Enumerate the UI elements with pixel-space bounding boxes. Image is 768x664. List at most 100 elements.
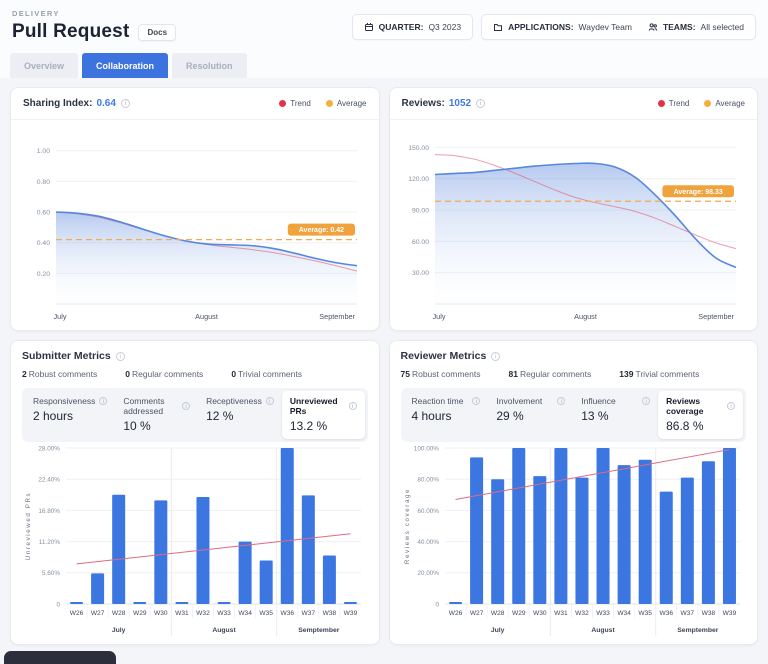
svg-text:W37: W37: [680, 610, 694, 617]
tab-resolution[interactable]: Resolution: [172, 53, 247, 78]
svg-text:120.00: 120.00: [408, 176, 429, 183]
metric-label: Reviews coverage: [666, 396, 723, 416]
reviews-coverage-chart[interactable]: 100.00%80.00%60.00%40.00%20.00%0JulyAugu…: [401, 442, 747, 642]
comments-summary: 75Robust comments 81Regular comments 139…: [401, 369, 747, 379]
breadcrumb-delivery: DELIVERY: [12, 9, 176, 18]
applications-teams-filter: APPLICATIONS: Waydev Team TEAMS: All sel…: [481, 14, 756, 40]
svg-text:60.00%: 60.00%: [417, 508, 439, 515]
metric-cell-unreviewed-prs[interactable]: Unreviewed PRs 13.2 %: [282, 391, 365, 439]
svg-text:0: 0: [57, 601, 61, 608]
filter-bar: QUARTER: Q3 2023 APPLICATIONS: Waydev Te…: [352, 14, 756, 40]
title-block: DELIVERY Pull Request Docs: [12, 9, 176, 43]
legend-item-trend[interactable]: Trend: [279, 99, 311, 108]
card-submitter-metrics: Submitter Metrics 2Robust comments 0Regu…: [10, 340, 380, 645]
tab-overview[interactable]: Overview: [10, 53, 78, 78]
info-icon[interactable]: [116, 352, 125, 361]
svg-text:July: July: [54, 312, 67, 321]
svg-text:Semptember: Semptember: [677, 627, 719, 634]
metric-cell-influence[interactable]: Influence 13 %: [573, 391, 658, 439]
svg-text:Semptember: Semptember: [299, 627, 341, 634]
metric-value: 86.8 %: [666, 419, 735, 433]
svg-text:20.00%: 20.00%: [417, 570, 439, 577]
teams-filter[interactable]: TEAMS: All selected: [648, 22, 744, 32]
tab-collaboration[interactable]: Collaboration: [82, 53, 168, 78]
trend-dot: [279, 100, 286, 107]
svg-text:W31: W31: [175, 610, 189, 617]
quarter-filter[interactable]: QUARTER: Q3 2023: [352, 14, 473, 40]
svg-text:W33: W33: [218, 610, 232, 617]
info-icon[interactable]: [349, 402, 357, 410]
info-icon[interactable]: [266, 397, 274, 405]
metric-label: Comments addressed: [123, 396, 178, 416]
info-icon[interactable]: [472, 397, 480, 405]
svg-text:W27: W27: [91, 610, 105, 617]
legend-label: Average: [715, 99, 745, 108]
svg-text:0.20: 0.20: [37, 271, 50, 278]
legend-item-average[interactable]: Average: [326, 99, 367, 108]
filter-label: APPLICATIONS:: [508, 22, 573, 32]
average-dot: [704, 100, 711, 107]
info-icon[interactable]: [476, 99, 485, 108]
svg-text:W27: W27: [470, 610, 484, 617]
svg-text:W28: W28: [112, 610, 126, 617]
card-value: 1052: [449, 98, 471, 109]
info-icon[interactable]: [557, 397, 565, 405]
legend: Trend Average: [279, 99, 366, 108]
svg-text:W34: W34: [617, 610, 631, 617]
svg-text:August: August: [195, 312, 218, 321]
svg-text:July: July: [432, 312, 445, 321]
comment-stat-regular: 81Regular comments: [508, 369, 591, 379]
svg-text:Average: 98.33: Average: 98.33: [673, 189, 722, 196]
legend-item-trend[interactable]: Trend: [658, 99, 690, 108]
sharing-index-chart[interactable]: 1.000.800.600.400.20Average: 0.42JulyAug…: [11, 120, 379, 330]
info-icon[interactable]: [727, 402, 735, 410]
metric-cell-involvement[interactable]: Involvement 29 %: [488, 391, 573, 439]
comment-stat-regular: 0Regular comments: [125, 369, 203, 379]
unreviewed-prs-chart[interactable]: 28.00%22.40%16.80%11.20%5.60%0JulyAugust…: [22, 442, 368, 642]
metric-label: Involvement: [496, 396, 542, 406]
svg-text:5.60%: 5.60%: [42, 570, 60, 577]
docs-button[interactable]: Docs: [138, 24, 176, 41]
card-reviewer-metrics: Reviewer Metrics 75Robust comments 81Reg…: [389, 340, 759, 645]
svg-text:W36: W36: [281, 610, 295, 617]
metric-cell-reviews-coverage[interactable]: Reviews coverage 86.8 %: [658, 391, 743, 439]
help-widget[interactable]: [4, 651, 116, 664]
metric-cell-responsiveness[interactable]: Responsiveness 2 hours: [25, 391, 115, 439]
info-icon[interactable]: [99, 397, 107, 405]
svg-text:W32: W32: [575, 610, 589, 617]
card-value: 0.64: [96, 98, 115, 109]
svg-text:28.00%: 28.00%: [39, 445, 61, 452]
info-icon[interactable]: [182, 402, 190, 410]
svg-text:W38: W38: [701, 610, 715, 617]
teams-icon: [648, 22, 658, 32]
card-sharing-index: Sharing Index: 0.64 Trend Average 1.000.…: [10, 87, 380, 331]
metric-value: 12 %: [206, 409, 274, 423]
metric-label: Unreviewed PRs: [290, 396, 345, 416]
svg-text:0: 0: [435, 601, 439, 608]
svg-text:W29: W29: [133, 610, 147, 617]
metric-cell-reaction-time[interactable]: Reaction time 4 hours: [404, 391, 489, 439]
svg-text:W38: W38: [323, 610, 337, 617]
filter-label: TEAMS:: [663, 22, 696, 32]
info-icon[interactable]: [642, 397, 650, 405]
svg-text:16.80%: 16.80%: [39, 508, 61, 515]
reviews-chart[interactable]: 150.00120.0090.0060.0030.00Average: 98.3…: [390, 120, 758, 330]
calendar-icon: [364, 22, 374, 32]
svg-text:W26: W26: [70, 610, 84, 617]
svg-text:W26: W26: [449, 610, 463, 617]
svg-text:90.00: 90.00: [412, 207, 429, 214]
metric-value: 2 hours: [33, 409, 107, 423]
folder-icon: [493, 22, 503, 32]
legend-item-average[interactable]: Average: [704, 99, 745, 108]
info-icon[interactable]: [491, 352, 500, 361]
metric-cell-comments-addressed[interactable]: Comments addressed 10 %: [115, 391, 198, 439]
metric-label: Influence: [581, 396, 616, 406]
metric-cell-receptiveness[interactable]: Receptiveness 12 %: [198, 391, 282, 439]
svg-text:W33: W33: [596, 610, 610, 617]
svg-text:W37: W37: [302, 610, 316, 617]
svg-text:100.00%: 100.00%: [414, 445, 440, 452]
applications-filter[interactable]: APPLICATIONS: Waydev Team: [493, 22, 632, 32]
metric-value: 4 hours: [412, 409, 481, 423]
comment-stat-robust: 75Robust comments: [401, 369, 481, 379]
info-icon[interactable]: [121, 99, 130, 108]
